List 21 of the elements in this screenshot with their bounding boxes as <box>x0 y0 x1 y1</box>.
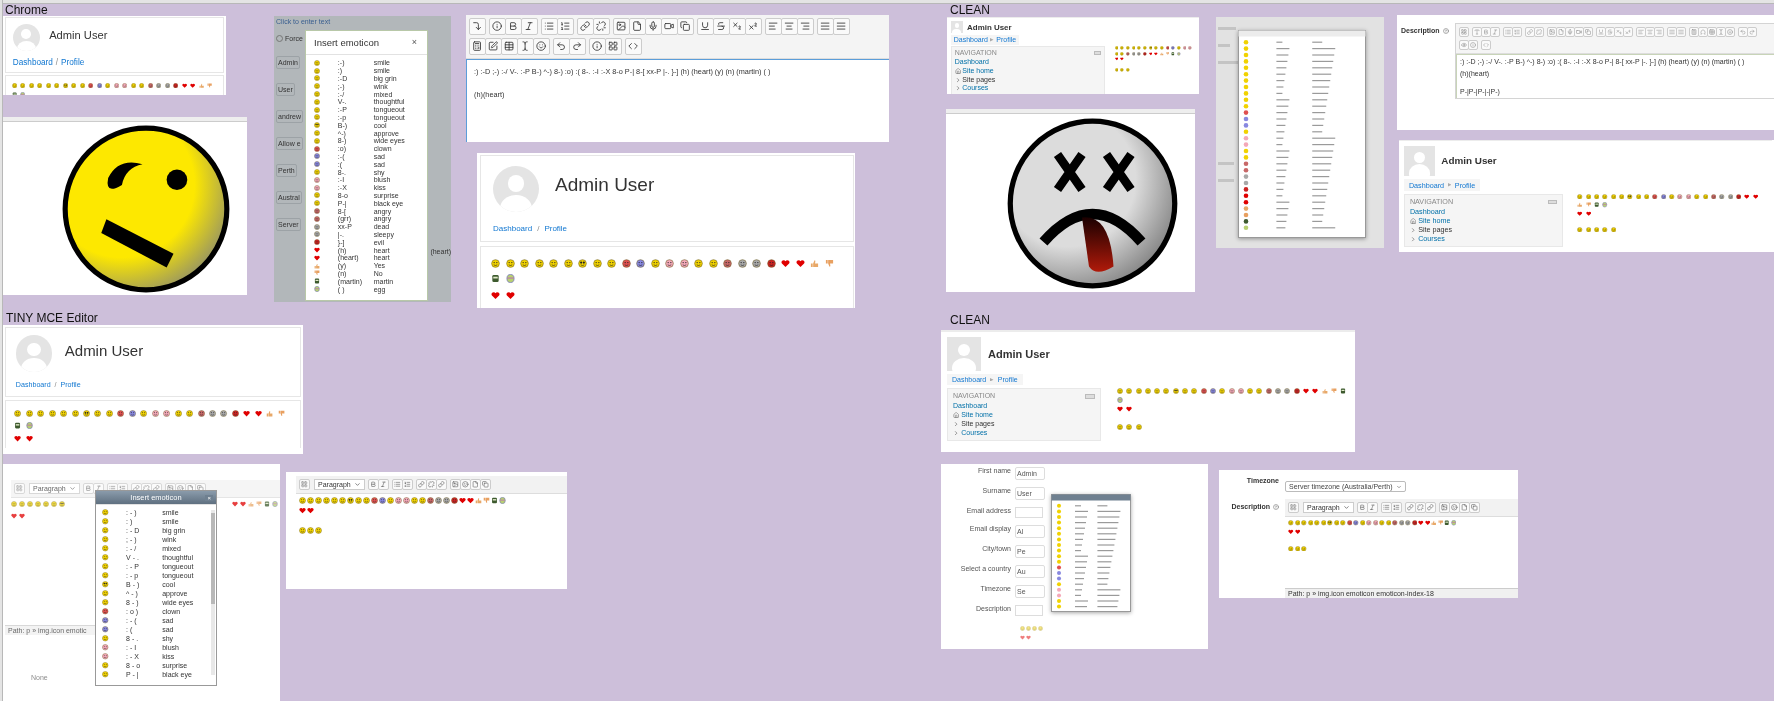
breadcrumb-link[interactable]: Profile <box>1454 180 1476 190</box>
breadcrumb-separator: / <box>537 224 540 233</box>
section-label: Chrome <box>5 4 48 17</box>
breadcrumb-link[interactable]: Dashboard <box>1408 180 1445 190</box>
user-name: Admin User <box>64 341 144 359</box>
navigation-link[interactable]: Site home <box>1418 217 1451 226</box>
user-name: Admin User <box>555 174 655 196</box>
navigation-link[interactable]: Courses <box>1418 235 1445 244</box>
breadcrumb-link[interactable]: Profile <box>544 224 568 233</box>
navigation-link[interactable]: Site pages <box>1418 226 1453 235</box>
user-name: Admin User <box>1441 155 1497 167</box>
navigation-link[interactable]: Dashboard <box>1409 207 1446 217</box>
section-label: CLEAN <box>950 314 990 327</box>
block-title: NAVIGATION <box>1409 197 1454 207</box>
user-name: Admin User <box>49 28 108 41</box>
close-button[interactable]: × <box>409 38 419 47</box>
section-label: CLEAN <box>950 4 990 17</box>
section-label: TINY MCE Editor <box>6 312 98 325</box>
user-name: Admin User <box>988 348 1050 360</box>
breadcrumb-link[interactable]: Dashboard <box>493 224 533 233</box>
dialog-title: Insert emoticon <box>314 37 379 48</box>
